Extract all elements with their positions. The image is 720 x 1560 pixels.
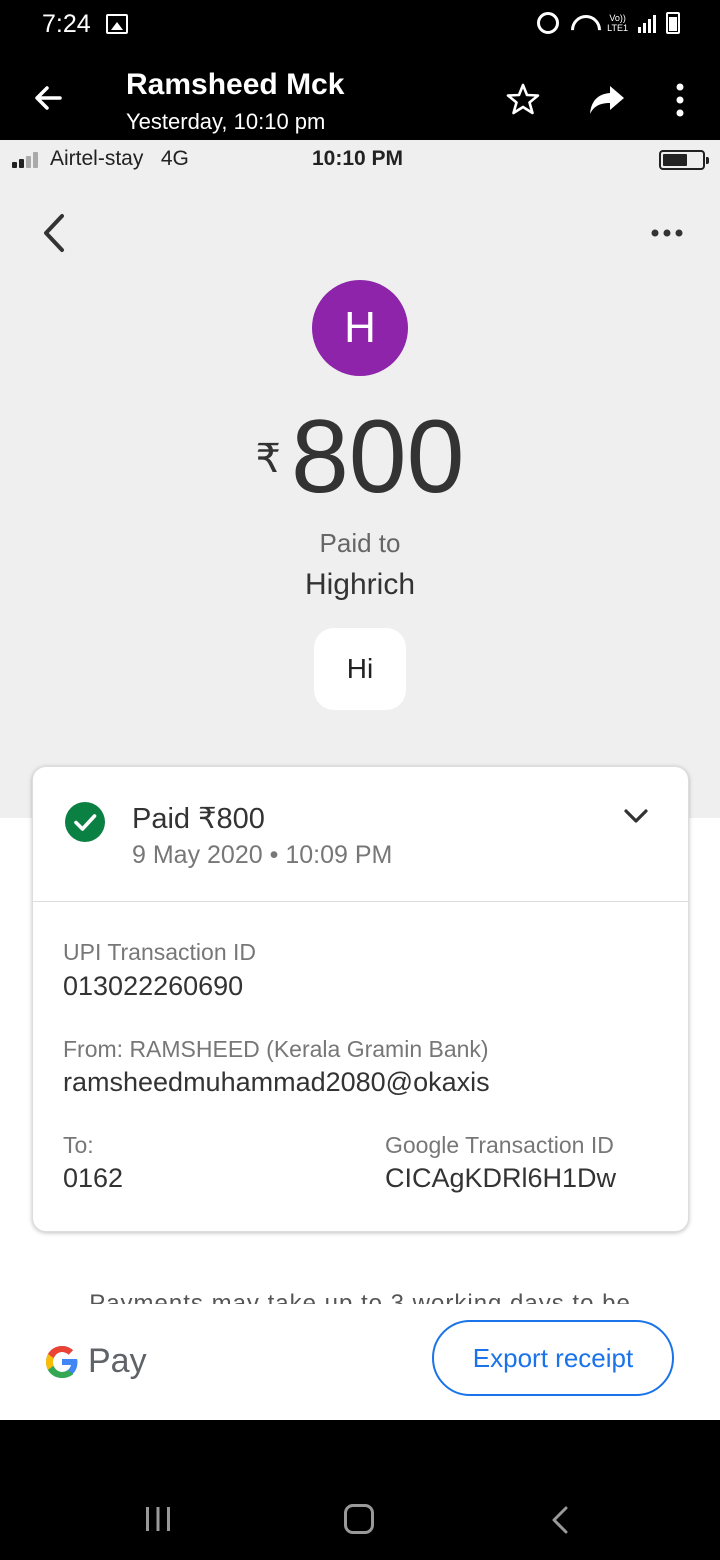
pay-wordmark: Pay <box>88 1342 147 1380</box>
system-status-bar: 7:24 Vo)) LTE1 <box>0 0 720 52</box>
star-icon[interactable] <box>506 82 540 116</box>
from-value: ramsheedmuhammad2080@okaxis <box>63 1067 490 1097</box>
currency-symbol: ₹ <box>255 437 281 481</box>
status-icons: Vo)) LTE1 <box>537 12 680 34</box>
chevron-left-icon <box>44 214 64 252</box>
google-g-icon <box>46 1345 78 1378</box>
alarm-icon <box>537 12 560 34</box>
payee-avatar: H <box>312 280 408 376</box>
google-pay-logo: Pay <box>44 1342 147 1381</box>
embedded-status-bar: Airtel-stay 4G 10:10 PM <box>0 140 720 180</box>
amount-display: ₹ 800 <box>0 402 720 512</box>
status-time: 7:24 <box>42 10 91 38</box>
carrier-label: Airtel-stay 4G <box>50 147 189 170</box>
screenshot-image: Airtel-stay 4G 10:10 PM H ₹ 800 Paid to … <box>0 140 720 1420</box>
amount-value: 800 <box>290 399 465 515</box>
gallery-notification-icon <box>106 14 128 34</box>
more-horiz-icon <box>651 229 683 237</box>
payment-summary: Airtel-stay 4G 10:10 PM H ₹ 800 Paid to … <box>0 140 720 818</box>
check-circle-icon <box>65 802 105 842</box>
footer-note: Payments may take up to 3 working days t… <box>89 1290 631 1306</box>
embedded-time: 10:10 PM <box>312 147 404 170</box>
transaction-status-header: Paid ₹800 9 May 2020 • 10:09 PM <box>33 767 688 902</box>
battery-icon <box>666 12 680 34</box>
payee-name: Highrich <box>304 568 416 601</box>
forward-icon[interactable] <box>588 84 626 116</box>
nav-back-icon[interactable] <box>550 1506 570 1534</box>
signal-icon <box>638 13 656 33</box>
embedded-signal-icon <box>12 152 38 168</box>
google-id-label: Google Transaction ID <box>385 1132 614 1158</box>
recent-apps-icon[interactable] <box>144 1506 172 1532</box>
message-timestamp: Yesterday, 10:10 pm <box>126 109 326 134</box>
to-label: To: <box>63 1132 94 1158</box>
contact-name: Ramsheed Mck <box>126 68 345 101</box>
more-vert-icon[interactable] <box>670 82 690 118</box>
lte-indicator: Vo)) LTE1 <box>607 13 628 33</box>
upi-id-label: UPI Transaction ID <box>63 939 257 965</box>
to-value: 0162 <box>63 1163 124 1193</box>
transaction-datetime: 9 May 2020 • 10:09 PM <box>132 841 393 869</box>
app-bar: Ramsheed Mck Yesterday, 10:10 pm <box>0 52 720 140</box>
embedded-battery-icon <box>659 150 709 170</box>
home-icon[interactable] <box>344 1504 374 1534</box>
navigation-bar <box>0 1420 720 1560</box>
chevron-down-icon <box>624 809 648 823</box>
google-id-value: CICAgKDRl6H1Dw <box>385 1163 617 1193</box>
from-label: From: RAMSHEED (Kerala Gramin Bank) <box>63 1036 489 1062</box>
paid-to-label: Paid to <box>319 528 401 558</box>
paid-status: Paid ₹800 <box>132 803 265 835</box>
upi-id-value: 013022260690 <box>63 971 244 1001</box>
transaction-details-card: Paid ₹800 9 May 2020 • 10:09 PM UPI Tran… <box>32 766 689 1232</box>
payment-note: Hi <box>314 628 406 710</box>
back-arrow-icon[interactable] <box>30 80 66 116</box>
wifi-icon <box>569 13 597 33</box>
export-receipt-button[interactable]: Export receipt <box>432 1320 674 1396</box>
bottom-action-bar: Pay Export receipt <box>0 1304 720 1420</box>
